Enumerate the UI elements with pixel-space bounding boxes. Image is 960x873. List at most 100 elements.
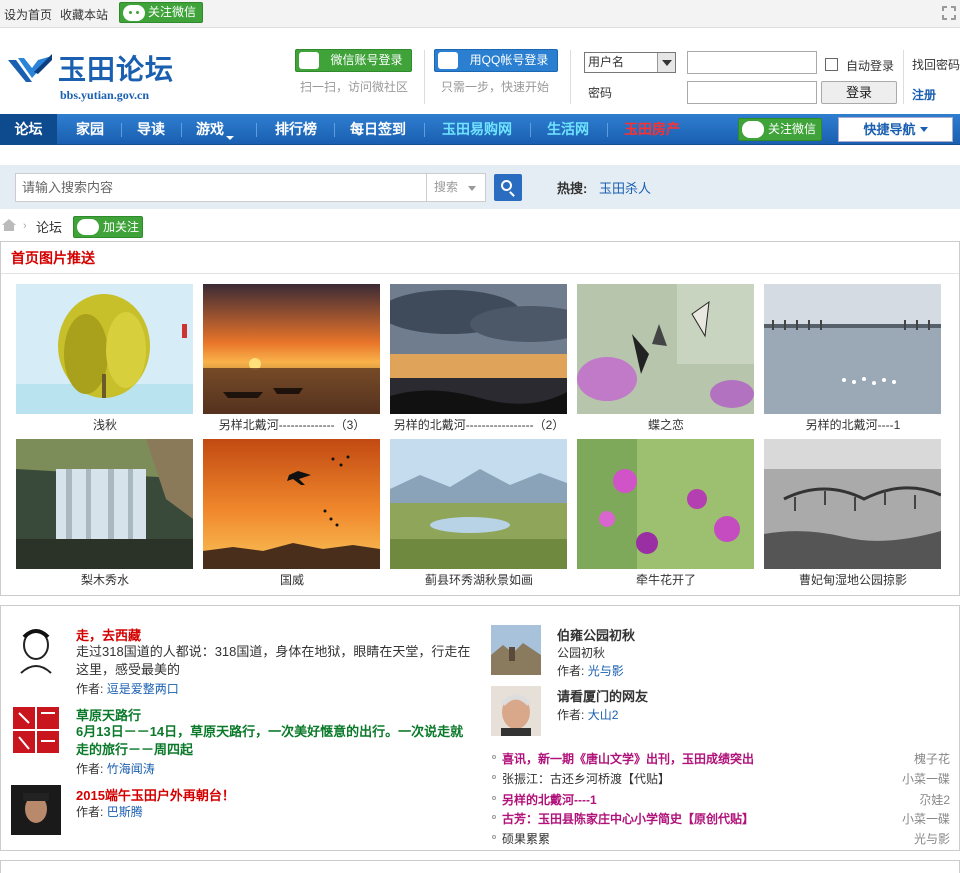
- fullscreen-icon[interactable]: [942, 6, 956, 20]
- bullet-icon: [492, 815, 496, 819]
- wechat-login-button[interactable]: 微信账号登录: [295, 49, 412, 72]
- post-title[interactable]: 走，去西藏: [76, 625, 141, 644]
- post-title[interactable]: 2015端午玉田户外再朝台！: [76, 785, 235, 804]
- author-link[interactable]: 竹海闻涛: [107, 762, 155, 776]
- site-logo[interactable]: 玉田论坛 bbs.yutian.gov.cn: [8, 48, 198, 108]
- follow-wechat-top-button[interactable]: 关注微信: [119, 2, 203, 23]
- list-item-author[interactable]: 小菜一碟: [902, 770, 950, 787]
- picture-panel-title: 首页图片推送: [1, 242, 959, 274]
- list-item-title[interactable]: 张振江：古还乡河桥渡【代贴】: [502, 770, 670, 787]
- register-link[interactable]: 注册: [912, 86, 936, 103]
- avatar: [11, 785, 61, 835]
- logo-wing-icon: [8, 54, 52, 82]
- author-link[interactable]: 巴斯腾: [107, 805, 143, 819]
- list-item-author[interactable]: 小菜一碟: [902, 810, 950, 827]
- photo-caption[interactable]: 蝶之恋: [577, 416, 755, 433]
- photo-caption[interactable]: 牵牛花开了: [577, 571, 755, 588]
- photo-caption[interactable]: 浅秋: [16, 416, 194, 433]
- auto-login-checkbox[interactable]: [825, 58, 838, 71]
- set-home-link[interactable]: 设为首页: [4, 8, 52, 22]
- list-item[interactable]: 硕果累累 光与影: [491, 829, 951, 848]
- password-input[interactable]: [687, 81, 817, 104]
- add-follow-button[interactable]: 加关注: [73, 216, 143, 238]
- post-title[interactable]: 请看厦门的网友: [557, 686, 648, 705]
- nav-item-guide[interactable]: 导读: [124, 114, 178, 145]
- list-item-title[interactable]: 喜讯，新一期《唐山文学》出刊，玉田成绩突出: [502, 750, 754, 767]
- nav-item-ranking[interactable]: 排行榜: [262, 114, 330, 145]
- nav-item-checkin[interactable]: 每日签到: [338, 114, 418, 145]
- follow-wechat-nav-button[interactable]: 关注微信: [738, 118, 822, 141]
- photo-tile[interactable]: 蝶之恋: [577, 284, 755, 433]
- nav-item-life[interactable]: 生活网: [536, 114, 600, 145]
- wechat-icon: [742, 121, 764, 138]
- photo-caption[interactable]: 梨木秀水: [16, 571, 194, 588]
- nav-item-games[interactable]: 游戏: [184, 114, 246, 145]
- photo-tile[interactable]: 牵牛花开了: [577, 439, 755, 588]
- wechat-icon: [299, 52, 319, 69]
- photo-tile[interactable]: 曹妃甸湿地公园掠影: [764, 439, 942, 588]
- post-title[interactable]: 草原天路行: [76, 705, 141, 724]
- list-item-title[interactable]: 古芳：玉田县陈家庄中心小学简史【原创代贴】: [502, 810, 754, 827]
- quick-nav-label: 快捷导航: [863, 122, 916, 137]
- author-link[interactable]: 逗是爱整两口: [107, 682, 179, 696]
- photo-caption[interactable]: 蓟县环秀湖秋景如画: [390, 571, 568, 588]
- photo-tile[interactable]: 蓟县环秀湖秋景如画: [390, 439, 568, 588]
- username-type-select[interactable]: 用户名: [584, 52, 676, 73]
- photo-tile[interactable]: 另样的北戴河----1: [764, 284, 942, 433]
- header: 玉田论坛 bbs.yutian.gov.cn 微信账号登录 扫一扫，访问微社区 …: [0, 28, 960, 114]
- featured-post[interactable]: 走，去西藏 走过318国道的人都说：318国道，身体在地狱，眼睛在天堂，行走在这…: [11, 625, 471, 697]
- nav-item-realestate[interactable]: 玉田房产: [614, 114, 690, 145]
- photo-caption[interactable]: 国威: [203, 571, 381, 588]
- qq-login-button[interactable]: 用QQ帐号登录: [434, 49, 558, 72]
- butterfly-photo: [577, 284, 754, 414]
- bullet-icon: [492, 796, 496, 800]
- list-item-title[interactable]: 另样的北戴河----1: [502, 791, 597, 808]
- bookmark-link[interactable]: 收藏本站: [60, 8, 108, 22]
- featured-posts-panel: 走，去西藏 走过318国道的人都说：318国道，身体在地狱，眼睛在天堂，行走在这…: [0, 605, 960, 851]
- list-item-author[interactable]: 光与影: [914, 830, 950, 847]
- hot-search-link[interactable]: 玉田杀人: [599, 178, 651, 197]
- add-follow-label: 加关注: [103, 220, 140, 234]
- photo-tile[interactable]: 另样北戴河--------------（3）: [203, 284, 381, 433]
- list-item-author[interactable]: 尕娃2: [919, 791, 950, 808]
- forgot-password-link[interactable]: 找回密码: [912, 56, 960, 73]
- photo-tile[interactable]: 国威: [203, 439, 381, 588]
- photo-tile[interactable]: 梨木秀水: [16, 439, 194, 588]
- list-item-author[interactable]: 槐子花: [914, 750, 950, 767]
- list-item[interactable]: 喜讯，新一期《唐山文学》出刊，玉田成绩突出 槐子花: [491, 749, 951, 768]
- featured-post[interactable]: 请看厦门的网友 作者: 大山2: [491, 686, 951, 738]
- photo-tile[interactable]: 另样的北戴河-----------------（2）: [390, 284, 568, 433]
- photo-caption[interactable]: 另样的北戴河-----------------（2）: [390, 416, 568, 433]
- photo-caption[interactable]: 另样的北戴河----1: [764, 416, 942, 433]
- breadcrumb-current[interactable]: 论坛: [36, 217, 62, 236]
- home-icon[interactable]: [1, 218, 17, 232]
- list-item-title[interactable]: 硕果累累: [502, 830, 550, 847]
- picture-push-panel: 首页图片推送 浅秋 另样北戴河--------------（3） 另样的北戴河-…: [0, 241, 960, 596]
- author-link[interactable]: 大山2: [588, 708, 619, 722]
- search-button[interactable]: [494, 174, 522, 201]
- list-item[interactable]: 另样的北戴河----1 尕娃2: [491, 790, 951, 809]
- nav-item-home[interactable]: 家园: [62, 114, 118, 145]
- list-item[interactable]: 古芳：玉田县陈家庄中心小学简史【原创代贴】 小菜一碟: [491, 809, 951, 828]
- post-title[interactable]: 伯雍公园初秋: [557, 625, 635, 644]
- photo-caption[interactable]: 另样北戴河--------------（3）: [203, 416, 381, 433]
- login-button[interactable]: 登录: [821, 81, 897, 104]
- photo-caption[interactable]: 曹妃甸湿地公园掠影: [764, 571, 942, 588]
- featured-post[interactable]: 2015端午玉田户外再朝台！ 作者: 巴斯腾: [11, 785, 471, 835]
- username-input[interactable]: [687, 51, 817, 74]
- search-input[interactable]: 请输入搜索内容: [15, 173, 427, 202]
- nav-item-forum[interactable]: 论坛: [0, 114, 57, 145]
- nav-divider: [607, 123, 608, 137]
- list-item[interactable]: 张振江：古还乡河桥渡【代贴】 小菜一碟: [491, 769, 951, 788]
- post-author: 作者: 巴斯腾: [76, 803, 143, 820]
- nav-item-shop[interactable]: 玉田易购网: [430, 114, 524, 145]
- featured-post[interactable]: 伯雍公园初秋 公园初秋 作者: 光与影: [491, 625, 951, 678]
- search-type-select[interactable]: 搜索: [426, 173, 486, 202]
- morning-glory-photo: [577, 439, 754, 569]
- post-description: 走过318国道的人都说：318国道，身体在地狱，眼睛在天堂，行走在这里，感受最美…: [76, 644, 471, 677]
- photo-tile[interactable]: 浅秋: [16, 284, 194, 433]
- author-link[interactable]: 光与影: [588, 664, 624, 678]
- chevron-down-icon: [226, 136, 234, 140]
- quick-nav-dropdown[interactable]: 快捷导航: [838, 117, 953, 142]
- featured-post[interactable]: 草原天路行 6月13日－－14日，草原天路行，一次美好惬意的出行。一次说走就走的…: [11, 705, 471, 777]
